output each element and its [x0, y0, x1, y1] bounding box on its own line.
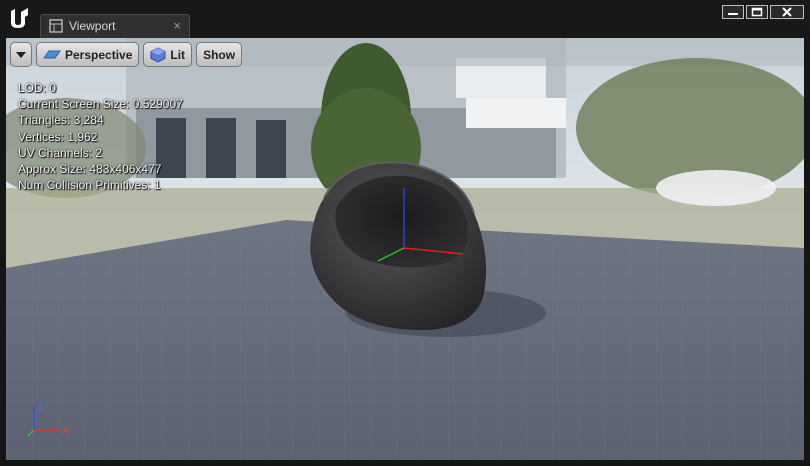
perspective-label: Perspective: [65, 47, 133, 62]
chevron-down-icon: [16, 51, 26, 58]
stat-label: UV Channels:: [18, 145, 93, 160]
mesh-stats-overlay: LOD: 0 Current Screen Size: 0.529007 Tri…: [18, 80, 183, 193]
stat-value: 3,284: [73, 113, 104, 128]
stat-label: Current Screen Size:: [18, 97, 130, 112]
lit-sphere-icon: [150, 46, 166, 63]
stat-collision-primitives: Num Collision Primitives: 1: [18, 177, 183, 193]
tab-label: Viewport: [69, 19, 116, 33]
stat-label: Triangles:: [18, 113, 71, 128]
stat-label: Approx Size:: [18, 162, 87, 177]
stat-lod: LOD: 0: [18, 80, 183, 96]
close-tab-icon[interactable]: ×: [173, 18, 181, 33]
stat-value: 483x406x477: [89, 162, 162, 177]
z-axis-label: Z: [37, 401, 44, 413]
stat-triangles: Triangles: 3,284: [18, 112, 183, 128]
stat-value: 1: [154, 178, 161, 193]
stat-value: 1,962: [67, 129, 98, 144]
stat-value: 2: [95, 145, 103, 160]
maximize-button[interactable]: [746, 5, 768, 19]
stat-label: Num Collision Primitives:: [18, 178, 151, 193]
show-button[interactable]: Show: [196, 42, 243, 67]
stat-value: 0: [49, 81, 57, 95]
stat-label: Vertices:: [18, 129, 65, 144]
lit-label: Lit: [170, 47, 186, 62]
stat-vertices: Vertices: 1,962: [18, 129, 183, 145]
viewport-toolbar: Perspective Lit Show: [10, 42, 243, 67]
close-icon: [782, 7, 792, 17]
title-bar[interactable]: Viewport ×: [0, 0, 810, 38]
maximize-icon: [751, 7, 763, 17]
perspective-button[interactable]: Perspective: [36, 42, 140, 67]
lit-button[interactable]: Lit: [143, 42, 193, 67]
x-axis-label: X: [62, 425, 70, 437]
tab-viewport[interactable]: Viewport ×: [40, 14, 190, 38]
stat-uv-channels: UV Channels: 2: [18, 145, 183, 161]
viewport-window: Viewport × Z X Perspective Lit Show LOD:…: [0, 0, 810, 466]
stat-label: LOD:: [18, 81, 47, 95]
minimize-button[interactable]: [722, 5, 744, 19]
unreal-logo-icon: [11, 8, 28, 28]
background-car: [656, 170, 776, 206]
3d-viewport[interactable]: Z X Perspective Lit Show LOD: 0 Current …: [6, 38, 804, 460]
viewport-icon: [49, 19, 63, 33]
show-label: Show: [203, 47, 236, 62]
perspective-icon: [43, 50, 61, 58]
close-window-button[interactable]: [770, 5, 804, 19]
window-controls: [722, 5, 804, 19]
stat-screen-size: Current Screen Size: 0.529007: [18, 96, 183, 112]
viewport-options-button[interactable]: [10, 42, 32, 67]
stat-value: 0.529007: [132, 97, 183, 112]
stat-approx-size: Approx Size: 483x406x477: [18, 161, 183, 177]
minimize-icon: [728, 13, 738, 15]
